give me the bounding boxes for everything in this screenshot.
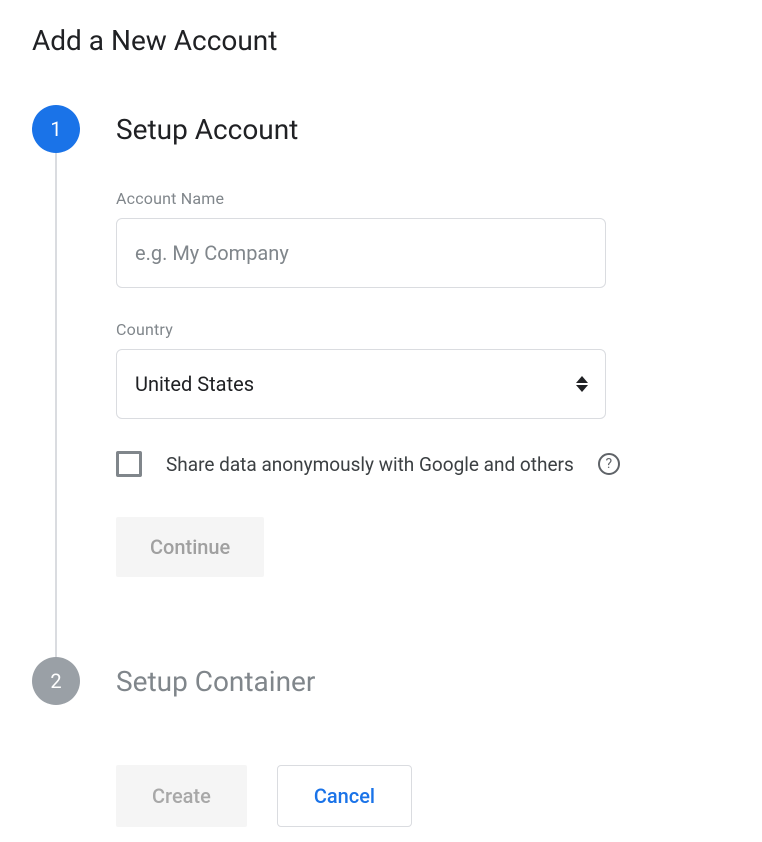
step-2-title: Setup Container [116, 665, 315, 698]
step-1-header: 1 Setup Account [116, 105, 730, 153]
account-name-group: Account Name [116, 189, 730, 288]
account-name-input[interactable] [116, 218, 606, 288]
country-group: Country United States [116, 320, 730, 419]
step-1-body: Account Name Country United States S [116, 189, 730, 617]
share-data-checkbox[interactable] [116, 451, 142, 477]
share-data-label: Share data anonymously with Google and o… [166, 453, 574, 476]
country-select[interactable]: United States [116, 349, 606, 419]
step-2: 2 Setup Container [32, 657, 730, 705]
cancel-button[interactable]: Cancel [277, 765, 412, 827]
step-2-header: 2 Setup Container [116, 657, 730, 705]
create-button[interactable]: Create [116, 765, 247, 827]
continue-button[interactable]: Continue [116, 517, 264, 577]
country-label: Country [116, 320, 730, 339]
footer-buttons: Create Cancel [116, 765, 730, 827]
page-title: Add a New Account [32, 24, 730, 57]
account-name-label: Account Name [116, 189, 730, 208]
country-select-wrapper: United States [116, 349, 606, 419]
stepper: 1 Setup Account Account Name Country Uni… [32, 105, 730, 705]
help-icon[interactable]: ? [598, 453, 620, 475]
share-data-row: Share data anonymously with Google and o… [116, 451, 730, 477]
step-1-title: Setup Account [116, 113, 298, 146]
step-1: 1 Setup Account Account Name Country Uni… [32, 105, 730, 617]
step-connector [55, 153, 57, 665]
step-1-circle: 1 [32, 105, 80, 153]
step-2-circle: 2 [32, 657, 80, 705]
